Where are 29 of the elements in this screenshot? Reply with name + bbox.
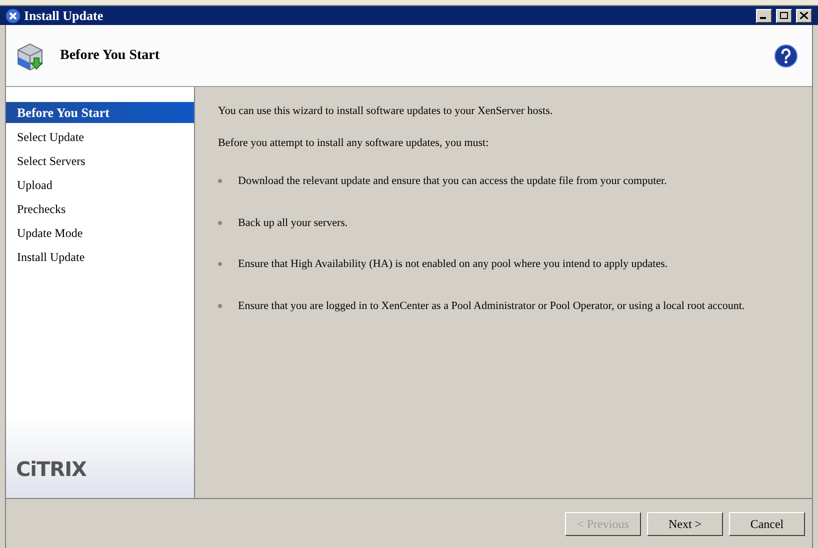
bullet-icon: [218, 220, 222, 225]
wizard-button[interactable]: Cancel: [729, 512, 805, 536]
step-item[interactable]: Update Mode: [6, 222, 194, 243]
close-button[interactable]: [796, 8, 812, 22]
window-title: Install Update: [24, 6, 104, 25]
wizard-button[interactable]: Next >: [647, 512, 723, 536]
close-icon: [800, 12, 808, 19]
maximize-button[interactable]: [776, 8, 792, 22]
intro-text: You can use this wizard to install software updates to your XenServer hosts.: [218, 104, 554, 119]
page-title: Before You Start: [60, 47, 161, 65]
step-item[interactable]: Select Servers: [6, 150, 194, 171]
minimize-button[interactable]: [756, 8, 772, 22]
bullet-icon: [218, 262, 222, 266]
requirement-text: Download the relevant update and ensure that you can access the update file from your computer.: [238, 174, 667, 189]
help-icon[interactable]: [774, 44, 798, 68]
step-item[interactable]: Select Update: [6, 126, 194, 147]
bullet-icon: [218, 304, 222, 308]
logo-text: CiTRIX: [16, 456, 88, 483]
requirement-text: Ensure that High Availability (HA) is not enabled on any pool where you intend to apply updates.: [238, 257, 668, 272]
app-logo-icon: [6, 8, 20, 22]
step-item[interactable]: Prechecks: [6, 198, 194, 219]
bullet-icon: [218, 179, 222, 184]
step-item[interactable]: Before You Start: [6, 102, 194, 123]
maximize-icon: [780, 12, 788, 19]
requirement-text: Ensure that you are logged in to XenCenter as a Pool Administrator or Pool Operator, or using a local root account.: [238, 298, 745, 314]
step-item[interactable]: Install Update: [6, 246, 194, 267]
step-item[interactable]: Upload: [6, 174, 194, 195]
lead-text: Before you attempt to install any software updates, you must:: [218, 136, 490, 150]
requirement-text: Back up all your servers.: [238, 216, 348, 230]
